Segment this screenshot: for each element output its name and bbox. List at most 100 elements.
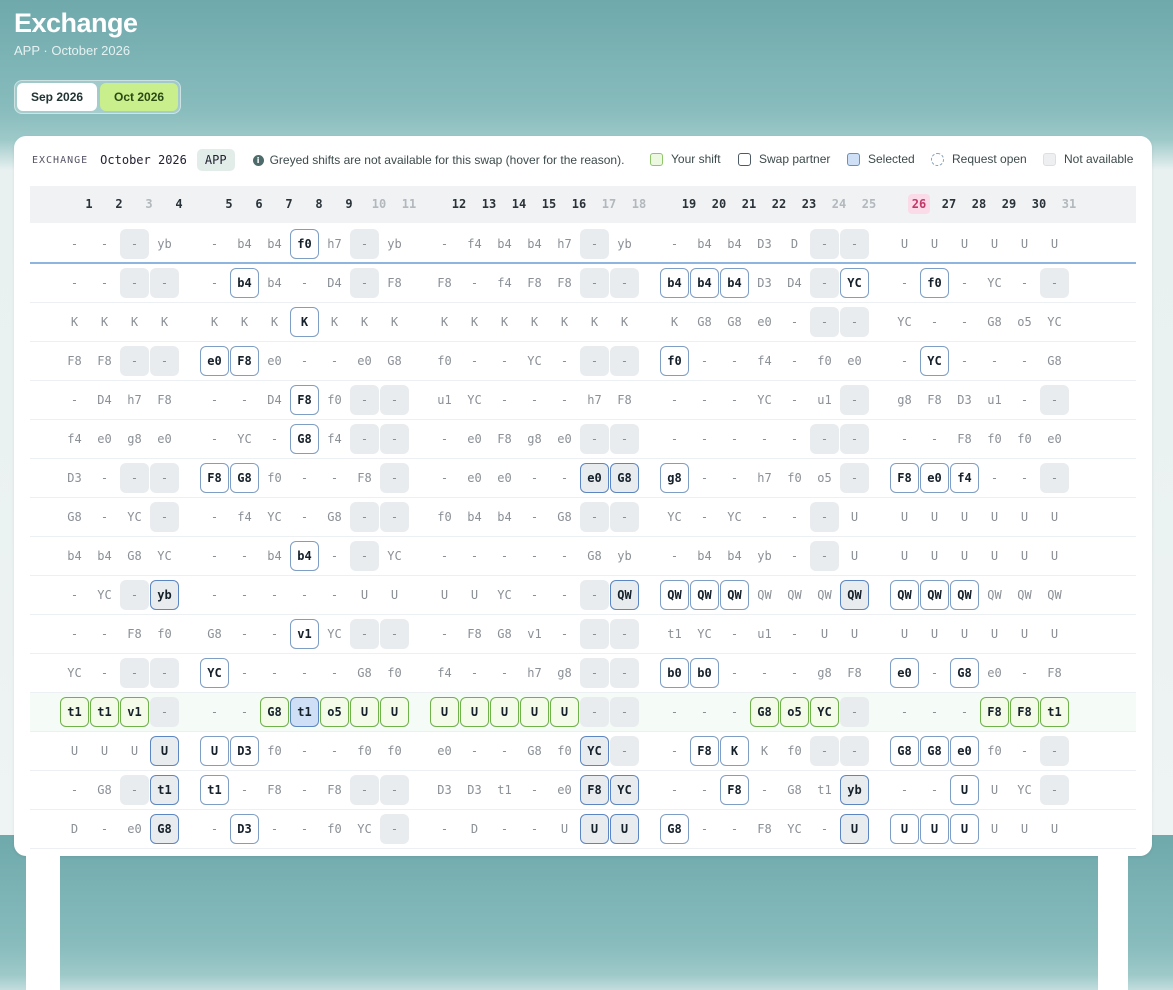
shift-cell[interactable]: - [690,697,719,727]
shift-cell[interactable]: - [750,502,779,532]
selected-shift[interactable]: U [610,814,639,844]
swap-partner-shift[interactable]: b0 [690,658,719,688]
shift-cell[interactable]: YC [750,385,779,415]
shift-cell[interactable]: f0 [320,385,349,415]
shift-cell[interactable]: - [320,346,349,376]
shift-cell[interactable]: YC [230,424,259,454]
shift-cell[interactable]: e0 [150,424,179,454]
shift-cell[interactable]: - [1010,268,1039,298]
shift-cell[interactable]: D3 [60,463,89,493]
shift-cell[interactable]: - [60,580,89,610]
shift-cell[interactable]: - [550,619,579,649]
shift-cell[interactable]: QW [980,580,1009,610]
shift-cell[interactable]: - [90,814,119,844]
swap-partner-shift[interactable]: D3 [230,736,259,766]
swap-partner-shift[interactable]: U [200,736,229,766]
shift-cell[interactable]: - [690,502,719,532]
shift-cell[interactable]: K [660,307,689,337]
shift-cell[interactable]: - [490,658,519,688]
shift-cell[interactable]: U [950,619,979,649]
selected-shift[interactable]: QW [840,580,869,610]
shift-cell[interactable]: - [200,268,229,298]
shift-cell[interactable]: - [320,736,349,766]
shift-cell[interactable]: e0 [350,346,379,376]
shift-cell[interactable]: f0 [810,346,839,376]
shift-cell[interactable]: g8 [890,385,919,415]
swap-partner-shift[interactable]: f0 [920,268,949,298]
shift-cell[interactable]: - [660,229,689,259]
shift-cell[interactable]: D4 [320,268,349,298]
shift-cell[interactable]: YC [380,541,409,571]
shift-cell[interactable]: U [1040,229,1069,259]
swap-partner-shift[interactable]: K [720,736,749,766]
shift-cell[interactable]: - [720,619,749,649]
shift-cell[interactable]: yb [610,541,639,571]
shift-cell[interactable]: G8 [120,541,149,571]
shift-cell[interactable]: F8 [430,268,459,298]
swap-partner-shift[interactable]: U [950,775,979,805]
shift-cell[interactable]: - [90,229,119,259]
shift-cell[interactable]: t1 [660,619,689,649]
your-shift[interactable]: t1 [90,697,119,727]
shift-cell[interactable]: b4 [60,541,89,571]
shift-cell[interactable]: b4 [720,541,749,571]
shift-cell[interactable]: U [980,229,1009,259]
shift-cell[interactable]: h7 [320,229,349,259]
shift-cell[interactable]: - [980,346,1009,376]
shift-cell[interactable]: - [550,385,579,415]
shift-cell[interactable]: f0 [380,736,409,766]
shift-cell[interactable]: K [580,307,609,337]
shift-cell[interactable]: YC [690,619,719,649]
shift-cell[interactable]: U [1040,619,1069,649]
swap-partner-shift[interactable]: b4 [290,541,319,571]
shift-cell[interactable]: YC [60,658,89,688]
shift-cell[interactable]: b4 [260,268,289,298]
selected-shift[interactable]: t1 [290,697,319,727]
shift-cell[interactable]: e0 [460,424,489,454]
swap-partner-shift[interactable]: K [290,307,319,337]
tab-oct-2026[interactable]: Oct 2026 [100,83,179,111]
shift-cell[interactable]: - [750,424,779,454]
shift-cell[interactable]: YC [460,385,489,415]
shift-cell[interactable]: - [520,463,549,493]
shift-cell[interactable]: - [750,658,779,688]
shift-cell[interactable]: F8 [950,424,979,454]
shift-cell[interactable]: - [290,775,319,805]
swap-partner-shift[interactable]: F8 [690,736,719,766]
shift-cell[interactable]: F8 [920,385,949,415]
shift-cell[interactable]: - [230,541,259,571]
shift-cell[interactable]: - [200,502,229,532]
shift-cell[interactable]: - [260,580,289,610]
shift-cell[interactable]: - [950,307,979,337]
shift-cell[interactable]: - [520,385,549,415]
shift-cell[interactable]: D4 [90,385,119,415]
swap-partner-shift[interactable]: G8 [660,814,689,844]
shift-cell[interactable]: f0 [550,736,579,766]
shift-cell[interactable]: F8 [520,268,549,298]
shift-cell[interactable]: YC [520,346,549,376]
shift-cell[interactable]: G8 [690,307,719,337]
shift-cell[interactable]: - [890,775,919,805]
shift-cell[interactable]: QW [810,580,839,610]
your-shift[interactable]: o5 [320,697,349,727]
shift-cell[interactable]: e0 [460,463,489,493]
shift-cell[interactable]: f0 [780,736,809,766]
shift-cell[interactable]: - [950,268,979,298]
shift-cell[interactable]: g8 [520,424,549,454]
shift-cell[interactable]: b4 [260,229,289,259]
shift-cell[interactable]: t1 [490,775,519,805]
shift-cell[interactable]: - [920,697,949,727]
shift-cell[interactable]: b4 [230,229,259,259]
shift-cell[interactable]: YC [980,268,1009,298]
selected-shift[interactable]: yb [150,580,179,610]
swap-partner-shift[interactable]: b0 [660,658,689,688]
shift-cell[interactable]: F8 [350,463,379,493]
swap-partner-shift[interactable]: QW [950,580,979,610]
swap-partner-shift[interactable]: U [950,814,979,844]
shift-cell[interactable]: - [520,502,549,532]
shift-cell[interactable]: QW [1040,580,1069,610]
shift-cell[interactable]: - [660,385,689,415]
shift-cell[interactable]: e0 [120,814,149,844]
shift-cell[interactable]: U [980,775,1009,805]
shift-cell[interactable]: yb [380,229,409,259]
